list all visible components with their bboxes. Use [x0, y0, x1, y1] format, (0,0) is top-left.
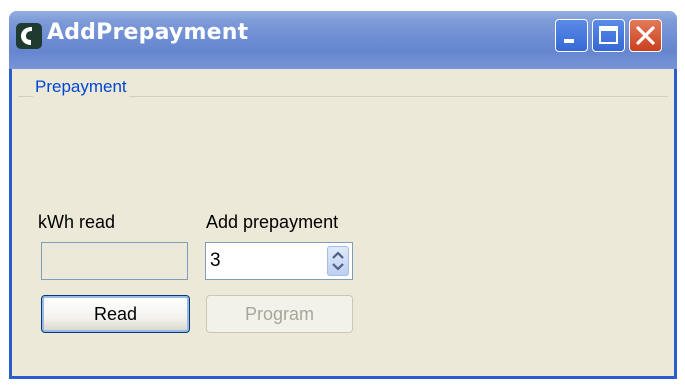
- add-prepayment-window: AddPrepayment Prepayment kWh read Add pr…: [9, 11, 677, 379]
- close-button[interactable]: [629, 19, 662, 52]
- kwh-read-label: kWh read: [38, 212, 116, 232]
- spinner-buttons[interactable]: [327, 246, 349, 276]
- add-prepayment-label: Add prepayment: [206, 212, 339, 232]
- maximize-button[interactable]: [592, 19, 625, 52]
- maximize-icon: [599, 26, 618, 44]
- title-bar[interactable]: AddPrepayment: [9, 11, 677, 69]
- app-logo-icon: [16, 23, 42, 49]
- close-icon: [636, 26, 655, 45]
- add-prepayment-value[interactable]: 3: [210, 250, 221, 272]
- kwh-read-field: [41, 242, 188, 280]
- minimize-button[interactable]: [555, 19, 588, 52]
- program-button[interactable]: Program: [206, 295, 353, 333]
- add-prepayment-stepper[interactable]: 3: [205, 242, 353, 280]
- window-title: AddPrepayment: [47, 20, 249, 45]
- groupbox-label: Prepayment: [33, 77, 129, 97]
- read-button[interactable]: Read: [41, 295, 190, 333]
- minimize-icon: [564, 39, 574, 43]
- arrow-up-icon[interactable]: [332, 251, 344, 259]
- arrow-down-icon[interactable]: [332, 263, 344, 271]
